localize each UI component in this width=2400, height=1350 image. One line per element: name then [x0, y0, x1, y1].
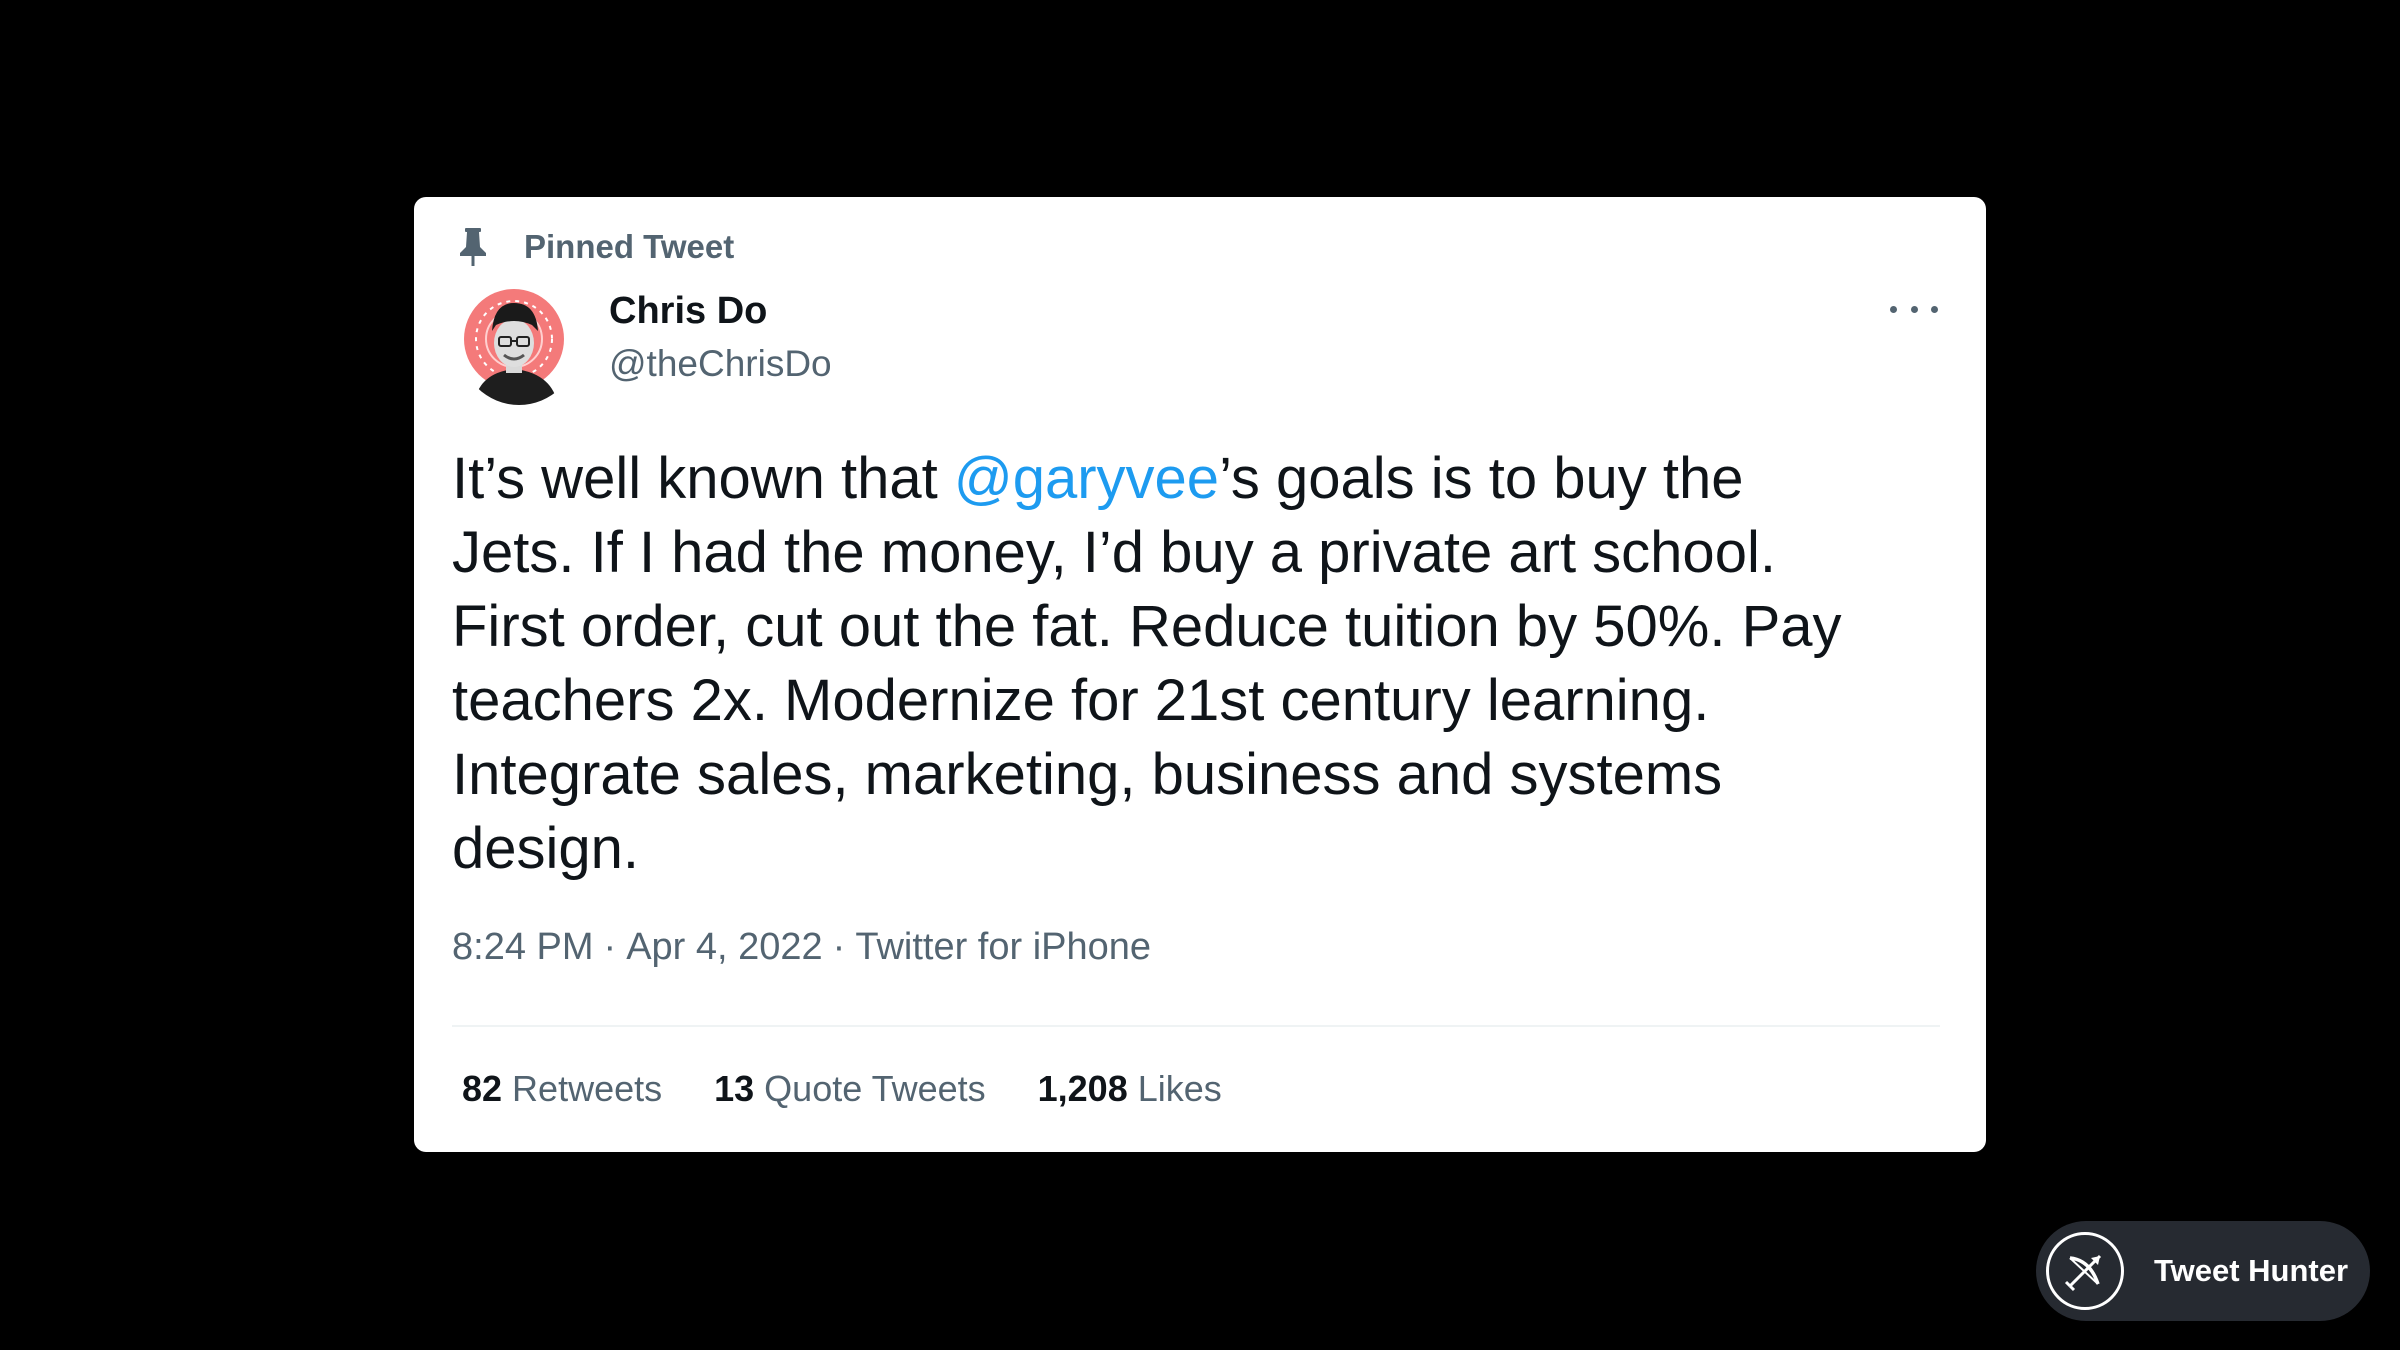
meta-separator: · [832, 926, 846, 968]
tweet-line-5: Integrate sales, marketing, business and… [452, 742, 1723, 807]
author-display-name[interactable]: Chris Do [609, 289, 767, 333]
divider [452, 1025, 1940, 1027]
more-dot [1910, 305, 1918, 313]
likes-stat[interactable]: 1,208 Likes [1038, 1067, 1222, 1111]
tweet-line-6: design. [452, 816, 640, 881]
tweet-stats: 82 Retweets 13 Quote Tweets 1,208 Likes [462, 1067, 1274, 1111]
likes-label: Likes [1137, 1068, 1222, 1109]
mention-link[interactable]: @garyvee [954, 446, 1219, 511]
more-horizontal-icon [1890, 305, 1897, 313]
more-options-button[interactable] [1890, 293, 1938, 325]
pin-icon [456, 227, 490, 267]
tweet-text: It’s well known that @garyvee’s goals is… [452, 442, 1952, 886]
tweet-line-1: It’s well known that @garyvee’s goals is… [452, 442, 1952, 516]
quote-tweets-count: 13 [714, 1068, 755, 1109]
tweet-source[interactable]: Twitter for iPhone [855, 926, 1151, 968]
quote-tweets-label: Quote Tweets [764, 1068, 986, 1109]
tweet-card: Pinned Tweet Chris Do @theChrisDo It’s w… [414, 197, 1986, 1152]
badge-label: Tweet Hunter [2154, 1253, 2349, 1288]
pinned-indicator: Pinned Tweet [456, 225, 734, 269]
tweet-line-2: Jets. If I had the money, I’d buy a priv… [452, 520, 1776, 585]
more-dot [1931, 305, 1938, 313]
tweet-hunter-badge[interactable]: Tweet Hunter [2036, 1221, 2370, 1321]
tweet-date[interactable]: Apr 4, 2022 [626, 926, 822, 968]
tweet-text-segment: It’s well known that [452, 446, 954, 511]
pinned-label: Pinned Tweet [524, 228, 735, 265]
author-handle[interactable]: @theChrisDo [609, 342, 832, 386]
avatar[interactable] [460, 287, 578, 405]
tweet-time[interactable]: 8:24 PM [452, 926, 594, 968]
retweets-stat[interactable]: 82 Retweets [462, 1067, 662, 1111]
tweet-metadata: 8:24 PM · Apr 4, 2022 · Twitter for iPhone [452, 925, 1151, 969]
tweet-text-segment: ’s goals is to buy the [1219, 446, 1744, 511]
quote-tweets-stat[interactable]: 13 Quote Tweets [714, 1067, 986, 1111]
meta-separator: · [603, 926, 617, 968]
retweets-count: 82 [462, 1068, 503, 1109]
likes-count: 1,208 [1037, 1068, 1128, 1109]
bow-arrow-icon [2046, 1232, 2124, 1310]
tweet-line-4: teachers 2x. Modernize for 21st century … [452, 668, 1710, 733]
retweets-label: Retweets [512, 1068, 663, 1109]
tweet-line-3: First order, cut out the fat. Reduce tui… [452, 594, 1842, 659]
